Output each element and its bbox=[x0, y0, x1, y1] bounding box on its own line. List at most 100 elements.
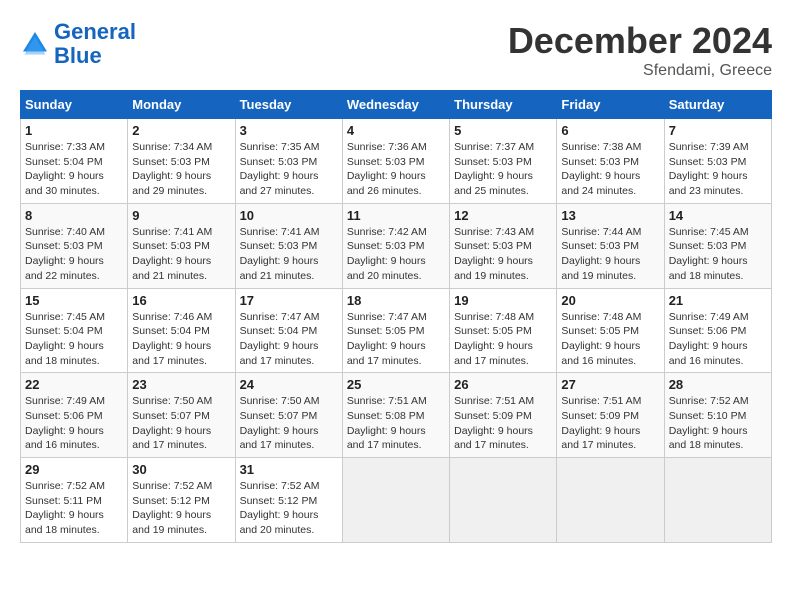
day-info: Sunrise: 7:47 AM Sunset: 5:05 PM Dayligh… bbox=[347, 310, 445, 369]
header-friday: Friday bbox=[557, 91, 664, 119]
day-info: Sunrise: 7:39 AM Sunset: 5:03 PM Dayligh… bbox=[669, 140, 767, 199]
header-sunday: Sunday bbox=[21, 91, 128, 119]
calendar-cell: 25 Sunrise: 7:51 AM Sunset: 5:08 PM Dayl… bbox=[342, 373, 449, 458]
day-info: Sunrise: 7:52 AM Sunset: 5:12 PM Dayligh… bbox=[132, 479, 230, 538]
day-number: 27 bbox=[561, 377, 659, 392]
page-header: General Blue December 2024 Sfendami, Gre… bbox=[20, 20, 772, 80]
calendar-cell: 26 Sunrise: 7:51 AM Sunset: 5:09 PM Dayl… bbox=[450, 373, 557, 458]
day-number: 16 bbox=[132, 293, 230, 308]
calendar-cell: 31 Sunrise: 7:52 AM Sunset: 5:12 PM Dayl… bbox=[235, 458, 342, 543]
day-info: Sunrise: 7:43 AM Sunset: 5:03 PM Dayligh… bbox=[454, 225, 552, 284]
calendar-cell bbox=[342, 458, 449, 543]
header-wednesday: Wednesday bbox=[342, 91, 449, 119]
day-info: Sunrise: 7:42 AM Sunset: 5:03 PM Dayligh… bbox=[347, 225, 445, 284]
calendar-week-row: 1 Sunrise: 7:33 AM Sunset: 5:04 PM Dayli… bbox=[21, 119, 772, 204]
calendar-cell: 15 Sunrise: 7:45 AM Sunset: 5:04 PM Dayl… bbox=[21, 288, 128, 373]
calendar-cell: 5 Sunrise: 7:37 AM Sunset: 5:03 PM Dayli… bbox=[450, 119, 557, 204]
month-title: December 2024 bbox=[508, 20, 772, 62]
calendar-cell: 6 Sunrise: 7:38 AM Sunset: 5:03 PM Dayli… bbox=[557, 119, 664, 204]
day-number: 12 bbox=[454, 208, 552, 223]
calendar-cell: 24 Sunrise: 7:50 AM Sunset: 5:07 PM Dayl… bbox=[235, 373, 342, 458]
calendar-week-row: 29 Sunrise: 7:52 AM Sunset: 5:11 PM Dayl… bbox=[21, 458, 772, 543]
day-info: Sunrise: 7:48 AM Sunset: 5:05 PM Dayligh… bbox=[454, 310, 552, 369]
calendar-cell: 1 Sunrise: 7:33 AM Sunset: 5:04 PM Dayli… bbox=[21, 119, 128, 204]
day-info: Sunrise: 7:49 AM Sunset: 5:06 PM Dayligh… bbox=[669, 310, 767, 369]
day-number: 21 bbox=[669, 293, 767, 308]
day-info: Sunrise: 7:47 AM Sunset: 5:04 PM Dayligh… bbox=[240, 310, 338, 369]
day-number: 24 bbox=[240, 377, 338, 392]
day-number: 25 bbox=[347, 377, 445, 392]
page-container: General Blue December 2024 Sfendami, Gre… bbox=[20, 20, 772, 543]
day-info: Sunrise: 7:41 AM Sunset: 5:03 PM Dayligh… bbox=[132, 225, 230, 284]
logo: General Blue bbox=[20, 20, 136, 68]
day-number: 31 bbox=[240, 462, 338, 477]
calendar-week-row: 15 Sunrise: 7:45 AM Sunset: 5:04 PM Dayl… bbox=[21, 288, 772, 373]
calendar-cell: 4 Sunrise: 7:36 AM Sunset: 5:03 PM Dayli… bbox=[342, 119, 449, 204]
day-info: Sunrise: 7:37 AM Sunset: 5:03 PM Dayligh… bbox=[454, 140, 552, 199]
day-number: 2 bbox=[132, 123, 230, 138]
calendar-cell: 14 Sunrise: 7:45 AM Sunset: 5:03 PM Dayl… bbox=[664, 203, 771, 288]
calendar-cell: 19 Sunrise: 7:48 AM Sunset: 5:05 PM Dayl… bbox=[450, 288, 557, 373]
day-number: 4 bbox=[347, 123, 445, 138]
calendar-cell: 22 Sunrise: 7:49 AM Sunset: 5:06 PM Dayl… bbox=[21, 373, 128, 458]
day-number: 29 bbox=[25, 462, 123, 477]
calendar-cell: 13 Sunrise: 7:44 AM Sunset: 5:03 PM Dayl… bbox=[557, 203, 664, 288]
day-info: Sunrise: 7:35 AM Sunset: 5:03 PM Dayligh… bbox=[240, 140, 338, 199]
day-info: Sunrise: 7:51 AM Sunset: 5:08 PM Dayligh… bbox=[347, 394, 445, 453]
logo-blue: Blue bbox=[54, 43, 102, 68]
header-thursday: Thursday bbox=[450, 91, 557, 119]
calendar-week-row: 8 Sunrise: 7:40 AM Sunset: 5:03 PM Dayli… bbox=[21, 203, 772, 288]
calendar-cell: 23 Sunrise: 7:50 AM Sunset: 5:07 PM Dayl… bbox=[128, 373, 235, 458]
calendar-table: Sunday Monday Tuesday Wednesday Thursday… bbox=[20, 90, 772, 543]
logo-general: General bbox=[54, 19, 136, 44]
header-monday: Monday bbox=[128, 91, 235, 119]
day-info: Sunrise: 7:44 AM Sunset: 5:03 PM Dayligh… bbox=[561, 225, 659, 284]
day-number: 11 bbox=[347, 208, 445, 223]
day-number: 28 bbox=[669, 377, 767, 392]
day-info: Sunrise: 7:52 AM Sunset: 5:10 PM Dayligh… bbox=[669, 394, 767, 453]
calendar-cell: 16 Sunrise: 7:46 AM Sunset: 5:04 PM Dayl… bbox=[128, 288, 235, 373]
day-info: Sunrise: 7:50 AM Sunset: 5:07 PM Dayligh… bbox=[132, 394, 230, 453]
day-number: 7 bbox=[669, 123, 767, 138]
calendar-cell: 21 Sunrise: 7:49 AM Sunset: 5:06 PM Dayl… bbox=[664, 288, 771, 373]
calendar-cell bbox=[450, 458, 557, 543]
day-number: 20 bbox=[561, 293, 659, 308]
calendar-cell: 8 Sunrise: 7:40 AM Sunset: 5:03 PM Dayli… bbox=[21, 203, 128, 288]
calendar-cell: 20 Sunrise: 7:48 AM Sunset: 5:05 PM Dayl… bbox=[557, 288, 664, 373]
day-number: 1 bbox=[25, 123, 123, 138]
title-block: December 2024 Sfendami, Greece bbox=[508, 20, 772, 80]
calendar-cell: 17 Sunrise: 7:47 AM Sunset: 5:04 PM Dayl… bbox=[235, 288, 342, 373]
day-number: 5 bbox=[454, 123, 552, 138]
header-tuesday: Tuesday bbox=[235, 91, 342, 119]
day-number: 3 bbox=[240, 123, 338, 138]
calendar-cell: 28 Sunrise: 7:52 AM Sunset: 5:10 PM Dayl… bbox=[664, 373, 771, 458]
day-number: 19 bbox=[454, 293, 552, 308]
day-number: 9 bbox=[132, 208, 230, 223]
day-number: 30 bbox=[132, 462, 230, 477]
calendar-cell: 29 Sunrise: 7:52 AM Sunset: 5:11 PM Dayl… bbox=[21, 458, 128, 543]
calendar-cell: 12 Sunrise: 7:43 AM Sunset: 5:03 PM Dayl… bbox=[450, 203, 557, 288]
day-number: 22 bbox=[25, 377, 123, 392]
day-number: 15 bbox=[25, 293, 123, 308]
day-info: Sunrise: 7:52 AM Sunset: 5:11 PM Dayligh… bbox=[25, 479, 123, 538]
day-number: 13 bbox=[561, 208, 659, 223]
day-info: Sunrise: 7:40 AM Sunset: 5:03 PM Dayligh… bbox=[25, 225, 123, 284]
calendar-cell: 11 Sunrise: 7:42 AM Sunset: 5:03 PM Dayl… bbox=[342, 203, 449, 288]
calendar-cell: 9 Sunrise: 7:41 AM Sunset: 5:03 PM Dayli… bbox=[128, 203, 235, 288]
day-info: Sunrise: 7:49 AM Sunset: 5:06 PM Dayligh… bbox=[25, 394, 123, 453]
logo-icon bbox=[20, 29, 50, 59]
calendar-cell: 30 Sunrise: 7:52 AM Sunset: 5:12 PM Dayl… bbox=[128, 458, 235, 543]
day-info: Sunrise: 7:46 AM Sunset: 5:04 PM Dayligh… bbox=[132, 310, 230, 369]
day-info: Sunrise: 7:36 AM Sunset: 5:03 PM Dayligh… bbox=[347, 140, 445, 199]
location-subtitle: Sfendami, Greece bbox=[508, 62, 772, 80]
day-info: Sunrise: 7:48 AM Sunset: 5:05 PM Dayligh… bbox=[561, 310, 659, 369]
calendar-cell: 18 Sunrise: 7:47 AM Sunset: 5:05 PM Dayl… bbox=[342, 288, 449, 373]
calendar-cell: 2 Sunrise: 7:34 AM Sunset: 5:03 PM Dayli… bbox=[128, 119, 235, 204]
day-number: 10 bbox=[240, 208, 338, 223]
day-info: Sunrise: 7:52 AM Sunset: 5:12 PM Dayligh… bbox=[240, 479, 338, 538]
weekday-header-row: Sunday Monday Tuesday Wednesday Thursday… bbox=[21, 91, 772, 119]
calendar-cell: 3 Sunrise: 7:35 AM Sunset: 5:03 PM Dayli… bbox=[235, 119, 342, 204]
day-number: 26 bbox=[454, 377, 552, 392]
day-number: 18 bbox=[347, 293, 445, 308]
day-number: 17 bbox=[240, 293, 338, 308]
